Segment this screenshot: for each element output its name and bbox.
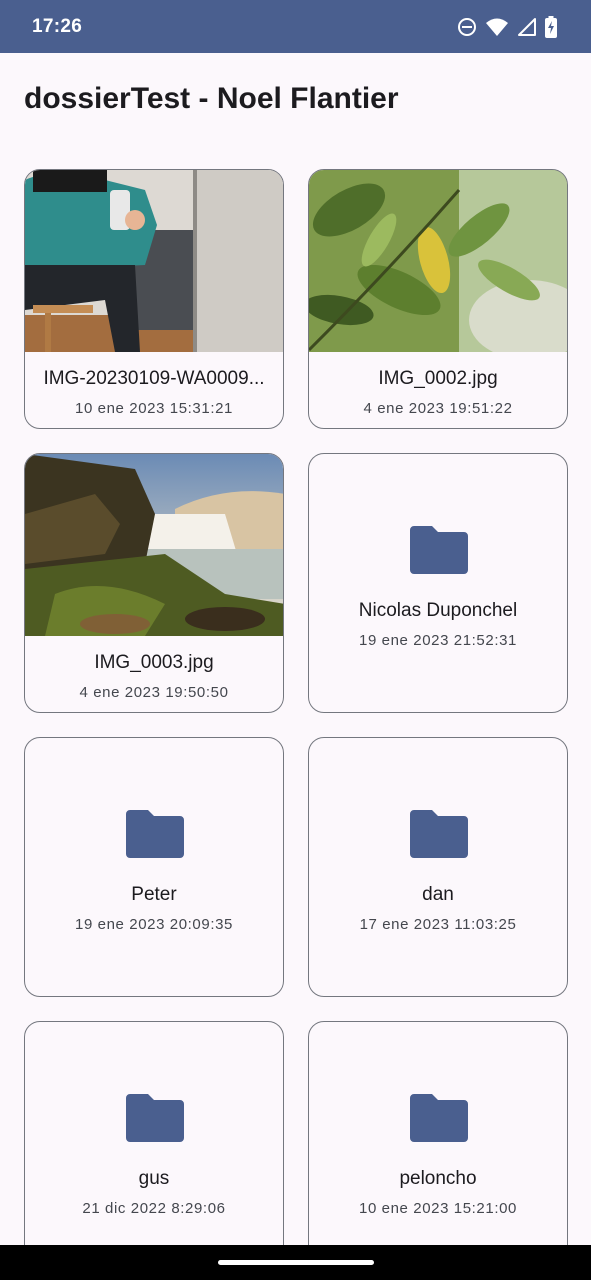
folder-date: 17 ene 2023 11:03:25: [359, 916, 517, 933]
folder-icon: [126, 810, 184, 858]
image-thumbnail: [25, 170, 283, 352]
folder-icon: [410, 526, 468, 574]
image-thumbnail: [309, 170, 567, 352]
folder-name: dan: [422, 884, 454, 905]
image-thumbnail: [25, 454, 283, 636]
folder-icon: [410, 810, 468, 858]
file-name: IMG-20230109-WA0009...: [43, 368, 265, 389]
home-gesture-handle[interactable]: [218, 1260, 374, 1265]
folder-card[interactable]: dan 17 ene 2023 11:03:25: [308, 737, 568, 997]
folder-name: peloncho: [399, 1168, 477, 1189]
folder-name: gus: [138, 1168, 170, 1189]
folder-card[interactable]: Peter 19 ene 2023 20:09:35: [24, 737, 284, 997]
folder-date: 19 ene 2023 21:52:31: [359, 632, 517, 649]
folder-icon: [126, 1094, 184, 1142]
folder-card[interactable]: gus 21 dic 2022 8:29:06: [24, 1021, 284, 1245]
file-name: IMG_0003.jpg: [94, 652, 214, 673]
folder-date: 19 ene 2023 20:09:35: [75, 916, 233, 933]
folder-date: 21 dic 2022 8:29:06: [82, 1200, 226, 1217]
file-name: IMG_0002.jpg: [378, 368, 498, 389]
image-card[interactable]: IMG-20230109-WA0009... 10 ene 2023 15:31…: [24, 169, 284, 429]
file-date: 10 ene 2023 15:31:21: [75, 400, 233, 417]
folder-name: Peter: [131, 884, 177, 905]
folder-icon: [410, 1094, 468, 1142]
file-grid: IMG-20230109-WA0009... 10 ene 2023 15:31…: [0, 0, 591, 1245]
folder-date: 10 ene 2023 15:21:00: [359, 1200, 517, 1217]
folder-card[interactable]: peloncho 10 ene 2023 15:21:00: [308, 1021, 568, 1245]
file-date: 4 ene 2023 19:51:22: [363, 400, 513, 417]
image-card[interactable]: IMG_0002.jpg 4 ene 2023 19:51:22: [308, 169, 568, 429]
navigation-bar: [0, 1245, 591, 1280]
image-card[interactable]: IMG_0003.jpg 4 ene 2023 19:50:50: [24, 453, 284, 713]
file-date: 4 ene 2023 19:50:50: [79, 684, 229, 701]
folder-card[interactable]: Nicolas Duponchel 19 ene 2023 21:52:31: [308, 453, 568, 713]
folder-name: Nicolas Duponchel: [358, 600, 518, 621]
